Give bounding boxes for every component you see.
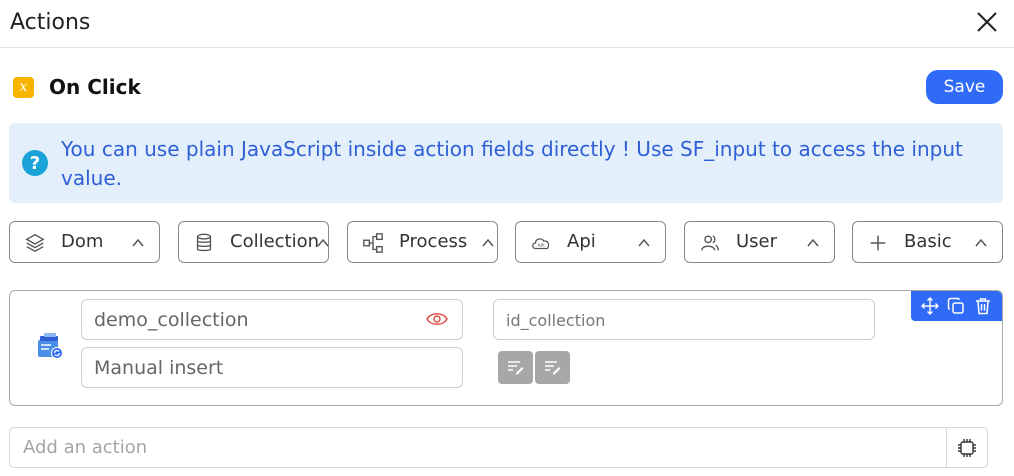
edit-lines-icon bbox=[545, 361, 561, 375]
dialog-header: Actions bbox=[0, 0, 1014, 48]
category-label: Dom bbox=[61, 231, 104, 252]
cloud-api-icon: API bbox=[532, 238, 550, 250]
dialog-title: Actions bbox=[10, 10, 91, 35]
category-dom-button[interactable]: Dom bbox=[9, 221, 160, 263]
add-action-input[interactable] bbox=[10, 428, 947, 467]
category-label: Process bbox=[399, 231, 468, 252]
chevron-up-icon bbox=[807, 238, 819, 247]
edit-lines-icon bbox=[508, 361, 524, 375]
flow-icon bbox=[363, 233, 383, 253]
category-label: Collection bbox=[230, 231, 320, 252]
event-variable-icon: x bbox=[13, 76, 34, 98]
eye-icon[interactable] bbox=[426, 311, 448, 327]
move-icon[interactable] bbox=[921, 297, 940, 315]
chevron-up-icon bbox=[317, 238, 329, 247]
category-process-button[interactable]: Process bbox=[347, 221, 498, 263]
help-icon: ? bbox=[22, 150, 48, 176]
category-api-button[interactable]: API Api bbox=[515, 221, 666, 263]
svg-text:API: API bbox=[537, 243, 544, 249]
collection-field[interactable]: demo_collection bbox=[81, 299, 463, 340]
info-banner: ? You can use plain JavaScript inside ac… bbox=[9, 123, 1003, 203]
mode-value: Manual insert bbox=[94, 357, 224, 379]
category-label: User bbox=[736, 231, 778, 252]
chevron-up-icon bbox=[638, 238, 650, 247]
trash-icon[interactable] bbox=[974, 297, 992, 315]
info-text: You can use plain JavaScript inside acti… bbox=[61, 137, 963, 190]
close-icon[interactable] bbox=[975, 10, 999, 34]
duplicate-icon[interactable] bbox=[947, 297, 965, 315]
collection-value: demo_collection bbox=[94, 309, 249, 331]
id-collection-placeholder: id_collection bbox=[506, 311, 606, 330]
chevron-up-icon bbox=[975, 238, 987, 247]
edit-text-button[interactable] bbox=[498, 351, 533, 384]
layers-icon bbox=[25, 233, 45, 253]
edit-text-button-2[interactable] bbox=[535, 351, 570, 384]
mode-field[interactable]: Manual insert bbox=[81, 347, 463, 388]
event-label: On Click bbox=[49, 75, 141, 99]
chip-icon[interactable] bbox=[956, 437, 978, 459]
category-collection-button[interactable]: Collection bbox=[178, 221, 329, 263]
database-icon bbox=[196, 233, 212, 252]
category-user-button[interactable]: User bbox=[684, 221, 835, 263]
category-label: Api bbox=[567, 231, 596, 252]
category-basic-button[interactable]: Basic bbox=[852, 221, 1003, 263]
event-row: x On Click bbox=[13, 75, 141, 99]
chevron-up-icon bbox=[482, 238, 494, 247]
users-icon bbox=[701, 235, 719, 251]
save-button[interactable]: Save bbox=[926, 70, 1003, 104]
collection-insert-icon bbox=[38, 333, 63, 359]
add-action-row bbox=[9, 427, 988, 468]
chevron-up-icon bbox=[132, 238, 144, 247]
plus-icon bbox=[870, 235, 886, 251]
action-card-toolbar bbox=[911, 291, 1002, 321]
id-collection-field[interactable]: id_collection bbox=[493, 299, 875, 340]
category-label: Basic bbox=[904, 231, 952, 252]
